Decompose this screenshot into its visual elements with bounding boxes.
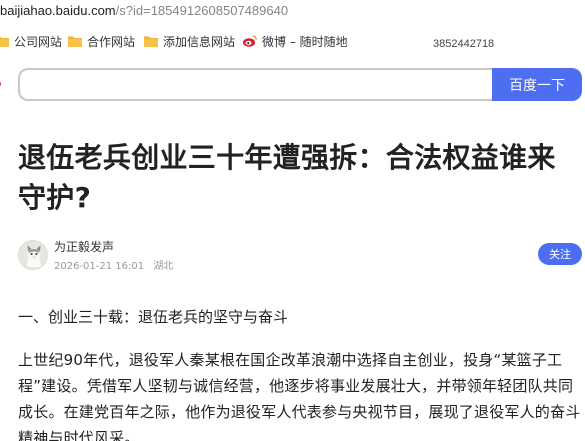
article-title: 退伍老兵创业三十年遭强拆：合法权益谁来守护? — [18, 141, 556, 214]
cat-avatar-icon — [19, 241, 47, 269]
search-bar: 百度一下 — [0, 62, 585, 106]
bookmarks-bar: 公司网站 合作网站 添加信息网站 微博 – 随时随地 3852442718 — [0, 28, 585, 54]
author-meta: 2026-01-21 16:01 湖北 — [54, 257, 179, 272]
search-button[interactable]: 百度一下 — [492, 68, 582, 101]
search-input[interactable] — [18, 68, 496, 101]
bookmark-label: 公司网站 — [14, 34, 63, 49]
weibo-icon — [243, 35, 257, 47]
bookmark-add-info-sites[interactable]: 添加信息网站 — [143, 33, 235, 49]
publish-date: 2026-01-21 16:01 — [54, 261, 145, 272]
url-host: baijiahao.baidu.com — [0, 3, 116, 18]
section-heading: 一、创业三十载：退伍老兵的坚守与奋斗 — [18, 308, 289, 326]
author-name[interactable]: 为正毅发声 — [54, 238, 114, 255]
folder-icon — [144, 36, 158, 47]
bookmark-partner-sites[interactable]: 合作网站 — [67, 33, 135, 49]
avatar[interactable] — [18, 240, 48, 270]
article-paragraph: 上世纪90年代，退役军人秦某根在国企改革浪潮中选择自主创业，投身“某篮子工程”建… — [18, 351, 581, 441]
publish-location: 湖北 — [153, 261, 174, 272]
bookmark-label: 合作网站 — [87, 34, 136, 49]
author-block: 为正毅发声 2026-01-21 16:01 湖北 关注 — [18, 238, 583, 274]
overlay-number: 3852442718 — [433, 38, 495, 50]
folder-icon — [68, 36, 82, 47]
bookmark-weibo[interactable]: 微博 – 随时随地 — [242, 33, 348, 49]
address-bar[interactable]: baijiahao.baidu.com/s?id=185491260850748… — [0, 0, 585, 22]
folder-icon — [0, 36, 9, 47]
follow-button[interactable]: 关注 — [538, 243, 582, 265]
bookmark-label: 微博 – 随时随地 — [262, 34, 348, 49]
baidu-logo-fragment-icon — [0, 81, 1, 87]
url-path: /s?id=1854912608507489640 — [115, 3, 289, 18]
bookmark-label: 添加信息网站 — [163, 34, 236, 49]
bookmark-company-sites[interactable]: 公司网站 — [0, 33, 62, 49]
url-text[interactable]: baijiahao.baidu.com/s?id=185491260850748… — [0, 3, 288, 18]
